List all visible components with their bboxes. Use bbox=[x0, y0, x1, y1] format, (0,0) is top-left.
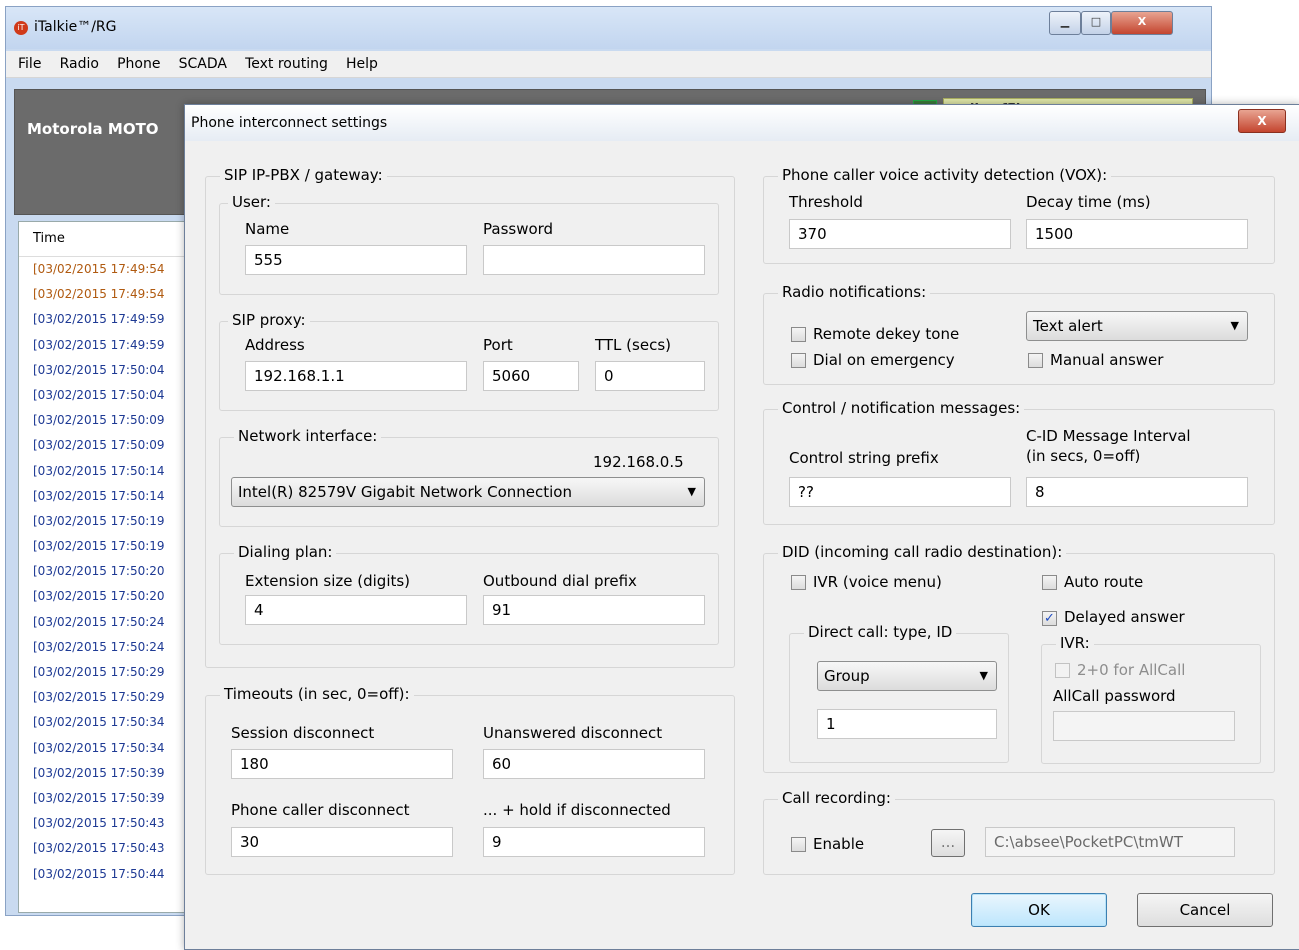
network-ip: 192.168.0.5 bbox=[593, 453, 684, 471]
minimize-button[interactable]: ▁ bbox=[1049, 11, 1081, 35]
allcall-label: 2+0 for AllCall bbox=[1077, 661, 1186, 679]
user-group-label: User: bbox=[228, 193, 275, 211]
dial-prefix-label: Outbound dial prefix bbox=[483, 572, 637, 590]
ttl-label: TTL (secs) bbox=[595, 336, 671, 354]
main-close-button[interactable]: X bbox=[1111, 11, 1173, 35]
name-label: Name bbox=[245, 220, 290, 238]
extension-size-input[interactable]: 4 bbox=[245, 595, 467, 625]
call-type-value: Group bbox=[824, 667, 870, 685]
recording-path-input[interactable]: C:\absee\PocketPC\tmWT bbox=[985, 827, 1235, 857]
menu-bar: File Radio Phone SCADA Text routing Help bbox=[6, 51, 1211, 78]
hold-disconnect-input[interactable]: 9 bbox=[483, 827, 705, 857]
ok-button[interactable]: OK bbox=[971, 893, 1107, 927]
vox-group-label: Phone caller voice activity detection (V… bbox=[778, 166, 1112, 184]
password-label: Password bbox=[483, 220, 554, 238]
dial-prefix-input[interactable]: 91 bbox=[483, 595, 705, 625]
password-input[interactable] bbox=[483, 245, 705, 275]
control-group: Control / notification messages: bbox=[763, 399, 1275, 525]
call-id-input[interactable]: 1 bbox=[817, 709, 997, 739]
control-group-label: Control / notification messages: bbox=[778, 399, 1025, 417]
auto-route-label: Auto route bbox=[1064, 573, 1144, 591]
radio-name: Motorola MOTO bbox=[27, 120, 159, 138]
cid-interval-input[interactable]: 8 bbox=[1026, 477, 1248, 507]
main-window-title: iTalkie™/RG bbox=[34, 19, 117, 35]
dial-emergency-checkbox[interactable] bbox=[791, 353, 806, 368]
did-group-label: DID (incoming call radio destination): bbox=[778, 543, 1067, 561]
menu-help[interactable]: Help bbox=[346, 51, 378, 77]
dial-emergency-label: Dial on emergency bbox=[813, 351, 955, 369]
menu-scada[interactable]: SCADA bbox=[179, 51, 227, 77]
auto-route-checkbox[interactable] bbox=[1042, 575, 1057, 590]
dialing-group-label: Dialing plan: bbox=[234, 543, 337, 561]
hold-disconnect-label: ... + hold if disconnected bbox=[483, 801, 671, 819]
session-disconnect-label: Session disconnect bbox=[231, 724, 375, 742]
decay-time-input[interactable]: 1500 bbox=[1026, 219, 1248, 249]
menu-radio[interactable]: Radio bbox=[60, 51, 99, 77]
chevron-down-icon: ▼ bbox=[979, 669, 988, 682]
dialog-body: SIP IP-PBX / gateway: User: Name 555 Pas… bbox=[185, 141, 1299, 949]
decay-time-label: Decay time (ms) bbox=[1026, 193, 1151, 211]
caller-disconnect-input[interactable]: 30 bbox=[231, 827, 453, 857]
call-type-dropdown[interactable]: Group ▼ bbox=[817, 661, 997, 691]
dialog-close-button[interactable]: X bbox=[1238, 109, 1286, 133]
name-input[interactable]: 555 bbox=[245, 245, 467, 275]
cid-interval-sublabel: (in secs, 0=off) bbox=[1026, 447, 1141, 465]
extension-size-label: Extension size (digits) bbox=[245, 572, 411, 590]
recording-enable-label: Enable bbox=[813, 835, 865, 853]
remote-dekey-checkbox[interactable] bbox=[791, 327, 806, 342]
threshold-input[interactable]: 370 bbox=[789, 219, 1011, 249]
port-input[interactable]: 5060 bbox=[483, 361, 579, 391]
dialog-title: Phone interconnect settings bbox=[191, 115, 388, 131]
network-adapter-value: Intel(R) 82579V Gigabit Network Connecti… bbox=[238, 483, 572, 501]
port-label: Port bbox=[483, 336, 513, 354]
menu-file[interactable]: File bbox=[18, 51, 41, 77]
chevron-down-icon: ▼ bbox=[1230, 319, 1239, 332]
control-prefix-label: Control string prefix bbox=[789, 449, 939, 467]
phone-settings-dialog: Phone interconnect settings X SIP IP-PBX… bbox=[184, 104, 1299, 950]
manual-answer-label: Manual answer bbox=[1050, 351, 1164, 369]
alert-type-dropdown[interactable]: Text alert ▼ bbox=[1026, 311, 1248, 341]
remote-dekey-label: Remote dekey tone bbox=[813, 325, 960, 343]
ivr-label: IVR (voice menu) bbox=[813, 573, 942, 591]
chevron-down-icon: ▼ bbox=[687, 485, 696, 498]
network-group-label: Network interface: bbox=[234, 427, 382, 445]
sip-group-label: SIP IP-PBX / gateway: bbox=[220, 166, 387, 184]
delayed-answer-checkbox[interactable]: ✓ bbox=[1042, 611, 1057, 626]
manual-answer-checkbox[interactable] bbox=[1028, 353, 1043, 368]
browse-button[interactable]: ... bbox=[931, 829, 965, 857]
main-titlebar: iT iTalkie™/RG ▁ □ X bbox=[6, 7, 1211, 49]
control-prefix-input[interactable]: ?? bbox=[789, 477, 1011, 507]
cid-interval-label: C-ID Message Interval bbox=[1026, 427, 1191, 445]
threshold-label: Threshold bbox=[789, 193, 863, 211]
allcall-password-input[interactable] bbox=[1053, 711, 1235, 741]
notifications-group-label: Radio notifications: bbox=[778, 283, 931, 301]
allcall-checkbox[interactable] bbox=[1055, 663, 1070, 678]
timeouts-group-label: Timeouts (in sec, 0=off): bbox=[220, 685, 414, 703]
allcall-password-label: AllCall password bbox=[1053, 687, 1176, 705]
address-label: Address bbox=[245, 336, 305, 354]
ivr-checkbox[interactable] bbox=[791, 575, 806, 590]
cancel-button[interactable]: Cancel bbox=[1137, 893, 1273, 927]
menu-text-routing[interactable]: Text routing bbox=[245, 51, 328, 77]
address-input[interactable]: 192.168.1.1 bbox=[245, 361, 467, 391]
app-logo-icon: iT bbox=[14, 21, 28, 35]
ttl-input[interactable]: 0 bbox=[595, 361, 705, 391]
dialog-titlebar: Phone interconnect settings X bbox=[185, 105, 1299, 141]
caller-disconnect-label: Phone caller disconnect bbox=[231, 801, 410, 819]
direct-call-group-label: Direct call: type, ID bbox=[804, 623, 957, 641]
ivr-group-label: IVR: bbox=[1056, 634, 1094, 652]
menu-phone[interactable]: Phone bbox=[117, 51, 160, 77]
session-disconnect-input[interactable]: 180 bbox=[231, 749, 453, 779]
recording-enable-checkbox[interactable] bbox=[791, 837, 806, 852]
proxy-group-label: SIP proxy: bbox=[228, 311, 310, 329]
network-adapter-dropdown[interactable]: Intel(R) 82579V Gigabit Network Connecti… bbox=[231, 477, 705, 507]
delayed-answer-label: Delayed answer bbox=[1064, 608, 1185, 626]
alert-type-value: Text alert bbox=[1033, 317, 1103, 335]
recording-group-label: Call recording: bbox=[778, 789, 895, 807]
unanswered-disconnect-input[interactable]: 60 bbox=[483, 749, 705, 779]
direct-call-group: Direct call: type, ID bbox=[789, 623, 1009, 763]
maximize-button[interactable]: □ bbox=[1081, 11, 1111, 35]
unanswered-disconnect-label: Unanswered disconnect bbox=[483, 724, 663, 742]
